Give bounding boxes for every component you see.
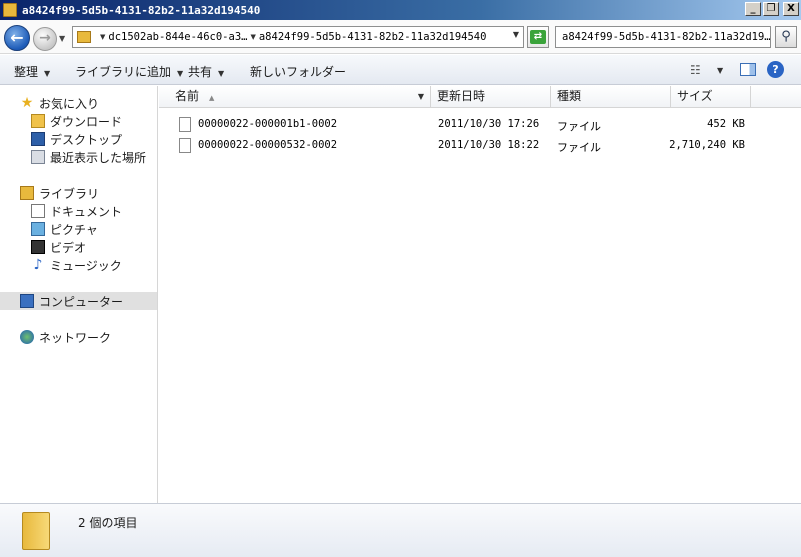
new-folder-button[interactable]: 新しいフォルダー [250,63,346,80]
nav-label: ライブラリ [39,186,100,201]
add-to-library-label: ライブラリに追加 [75,65,172,79]
nav-music[interactable]: ♪ ミュージック [0,256,157,274]
chevron-down-icon: ▼ [44,69,51,78]
organize-label: 整理 [14,65,39,79]
file-list: 名前 ▲ ▼ 更新日時 種類 サイズ 00000022-000001b1-0002… [159,86,801,503]
file-name: 00000022-000001b1-0002 [198,118,338,130]
file-icon [179,138,191,153]
star-icon: ★ [20,95,34,111]
music-note-icon: ♪ [33,257,43,273]
preview-pane-icon[interactable] [740,63,756,76]
sort-ascending-icon: ▲ [209,94,215,102]
nav-network[interactable]: ネットワーク [0,328,157,346]
chevron-down-icon[interactable]: ▼ [250,33,255,41]
column-header-date[interactable]: 更新日時 [431,86,551,108]
library-icon [20,186,34,200]
breadcrumb-current[interactable]: a8424f99-5d5b-4131-82b2-11a32d194540 [259,31,487,43]
file-size: 2,710,240 KB [669,139,745,151]
folder-icon [22,512,50,550]
breadcrumb-parent[interactable]: dc1502ab-844e-46c0-a3… [108,31,247,43]
nav-recent[interactable]: 最近表示した場所 [0,148,157,166]
navigation-pane: ★ お気に入り ダウンロード デスクトップ 最近表示した場所 ライブラリ ドキュメ… [0,86,158,503]
recent-places-icon [31,150,45,164]
file-row[interactable]: 00000022-00000532-0002 2011/10/30 18:22 … [169,136,799,156]
address-bar[interactable]: ▼ dc1502ab-844e-46c0-a3… ▼ a8424f99-5d5b… [72,26,524,48]
chevron-down-icon[interactable]: ▼ [717,66,723,75]
nav-label: デスクトップ [50,132,123,147]
column-header-type[interactable]: 種類 [551,86,671,108]
document-icon [31,204,45,218]
file-type: ファイル [557,120,601,133]
chevron-down-icon[interactable]: ▼ [418,86,424,107]
chevron-down-icon[interactable]: ▼ [100,33,105,41]
nav-libraries[interactable]: ライブラリ [0,184,157,202]
command-bar: 整理 ▼ ライブラリに追加 ▼ 共有 ▼ 新しいフォルダー ☷ ▼ ? [0,55,801,85]
nav-label: コンピューター [39,294,124,309]
nav-label: 最近表示した場所 [50,150,147,165]
organize-button[interactable]: 整理 ▼ [14,63,50,80]
nav-videos[interactable]: ビデオ [0,238,157,256]
view-options-icon[interactable]: ☷ [690,63,701,77]
column-header-size[interactable]: サイズ [671,86,751,108]
add-to-library-button[interactable]: ライブラリに追加 ▼ [75,63,183,80]
back-button[interactable]: ← [4,25,30,51]
restore-button[interactable]: ❐ [763,2,779,16]
nav-pictures[interactable]: ピクチャ [0,220,157,238]
refresh-icon: ⇄ [530,30,546,44]
nav-label: ダウンロード [50,114,123,129]
help-icon[interactable]: ? [767,61,784,78]
nav-label: ドキュメント [50,204,123,219]
picture-icon [31,222,45,236]
desktop-icon [31,132,45,146]
file-date: 2011/10/30 17:26 [438,118,540,130]
nav-label: お気に入り [39,96,100,111]
nav-desktop[interactable]: デスクトップ [0,130,157,148]
nav-favorites[interactable]: ★ お気に入り [0,94,157,112]
nav-label: ミュージック [50,258,122,273]
file-date: 2011/10/30 18:22 [438,139,540,151]
search-icon: ⚲ [781,29,791,44]
recent-pages-dropdown[interactable]: ▼ [59,34,65,43]
close-button[interactable]: X [783,2,799,16]
address-row: ← → ▼ ▼ dc1502ab-844e-46c0-a3… ▼ a8424f9… [0,20,801,54]
arrow-left-icon: ← [10,28,24,47]
window-title: a8424f99-5d5b-4131-82b2-11a32d194540 [22,3,261,17]
folder-icon [77,31,91,43]
computer-icon [20,294,34,308]
refresh-button[interactable]: ⇄ [527,26,549,48]
nav-label: ネットワーク [39,330,112,345]
share-button[interactable]: 共有 ▼ [188,63,224,80]
arrow-right-icon: → [39,30,51,46]
minimize-button[interactable]: _ [745,2,761,16]
column-headers: 名前 ▲ ▼ 更新日時 種類 サイズ [159,86,801,108]
nav-downloads[interactable]: ダウンロード [0,112,157,130]
nav-documents[interactable]: ドキュメント [0,202,157,220]
file-size: 452 KB [707,118,745,130]
column-label: 名前 [175,89,200,103]
nav-label: ピクチャ [50,222,98,237]
nav-computer[interactable]: コンピューター [0,292,157,310]
title-bar: a8424f99-5d5b-4131-82b2-11a32d194540 _ ❐… [0,0,801,20]
chevron-down-icon: ▼ [177,69,184,78]
chevron-down-icon: ▼ [218,69,225,78]
column-header-name[interactable]: 名前 ▲ ▼ [169,86,431,108]
download-folder-icon [31,114,45,128]
item-count: 2 個の項目 [78,516,138,530]
file-name: 00000022-00000532-0002 [198,139,338,151]
film-icon [31,240,45,254]
forward-button[interactable]: → [33,27,57,51]
search-button[interactable]: ⚲ [775,26,797,48]
window-controls: _ ❐ X [745,2,799,16]
nav-label: ビデオ [50,240,87,255]
file-icon [179,117,191,132]
network-icon [20,330,34,344]
folder-icon [3,3,17,17]
share-label: 共有 [188,65,213,79]
details-pane: 2 個の項目 [0,503,801,557]
search-input[interactable]: a8424f99-5d5b-4131-82b2-11a32d19… [555,26,771,48]
file-row[interactable]: 00000022-000001b1-0002 2011/10/30 17:26 … [169,115,799,135]
address-dropdown-icon[interactable]: ▼ [513,30,519,39]
file-type: ファイル [557,141,601,154]
